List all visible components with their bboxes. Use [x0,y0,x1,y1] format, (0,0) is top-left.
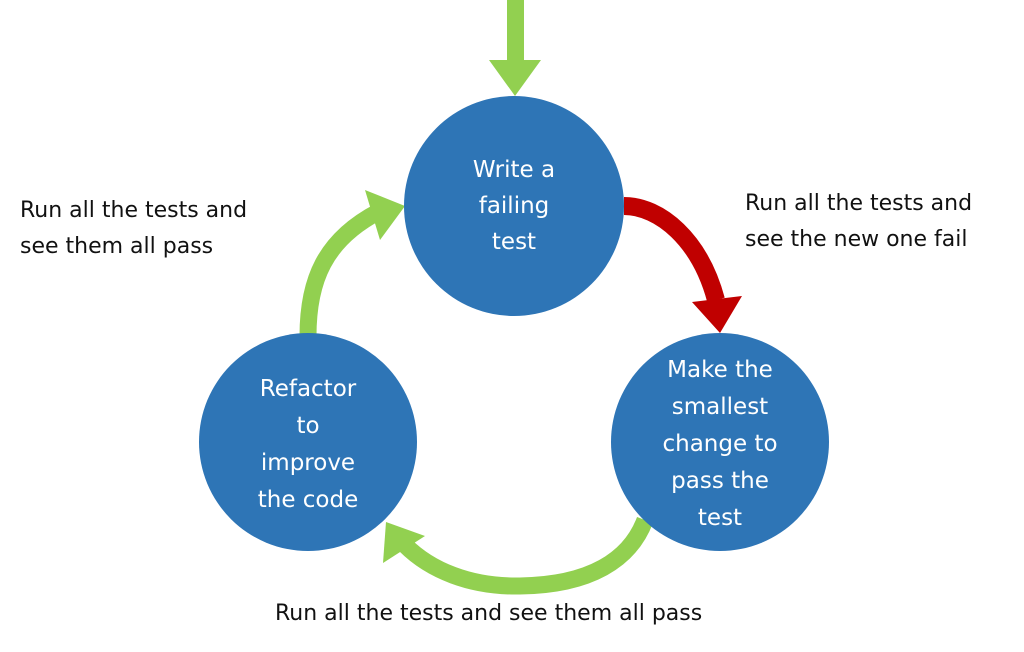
node-make-line-3: change to [662,431,777,457]
node-make-line-5: test [698,505,742,531]
node-make-smallest-change: Make the smallest change to pass the tes… [611,333,829,551]
edge-label-right-line-2: see the new one fail [745,227,968,252]
node-refactor-line-1: Refactor [260,376,357,402]
node-write-line-3: test [492,229,536,255]
node-make-line-2: smallest [672,394,768,420]
entry-arrow [489,0,541,96]
node-write-line-1: Write a [473,157,555,183]
node-refactor-line-4: the code [258,487,359,513]
edge-label-right-line-1: Run all the tests and [745,191,973,216]
tdd-cycle-diagram: Write a failing test Make the smallest c… [199,0,829,595]
edge-label-left-line-1: Run all the tests and [20,198,248,223]
node-refactor-line-3: improve [261,450,355,476]
node-write-line-2: failing [479,193,550,219]
arrow-make-to-refactor [383,516,653,595]
edge-label-make-to-refactor: Run all the tests and see them all pass [275,596,702,632]
edge-label-left-line-2: see them all pass [20,234,214,259]
arrow-refactor-to-write [299,190,405,337]
node-refactor-line-2: to [296,413,319,439]
node-make-line-4: pass the [671,468,769,494]
edge-label-bottom-line-1: Run all the tests and see them all pass [275,601,703,626]
edge-label-refactor-to-write: Run all the tests and see them all pass [20,193,247,265]
arrow-write-to-make [623,197,742,333]
node-refactor: Refactor to improve the code [199,333,417,551]
edge-label-write-to-make: Run all the tests and see the new one fa… [745,186,972,258]
node-write-failing-test: Write a failing test [404,96,624,316]
node-make-line-1: Make the [667,357,773,383]
